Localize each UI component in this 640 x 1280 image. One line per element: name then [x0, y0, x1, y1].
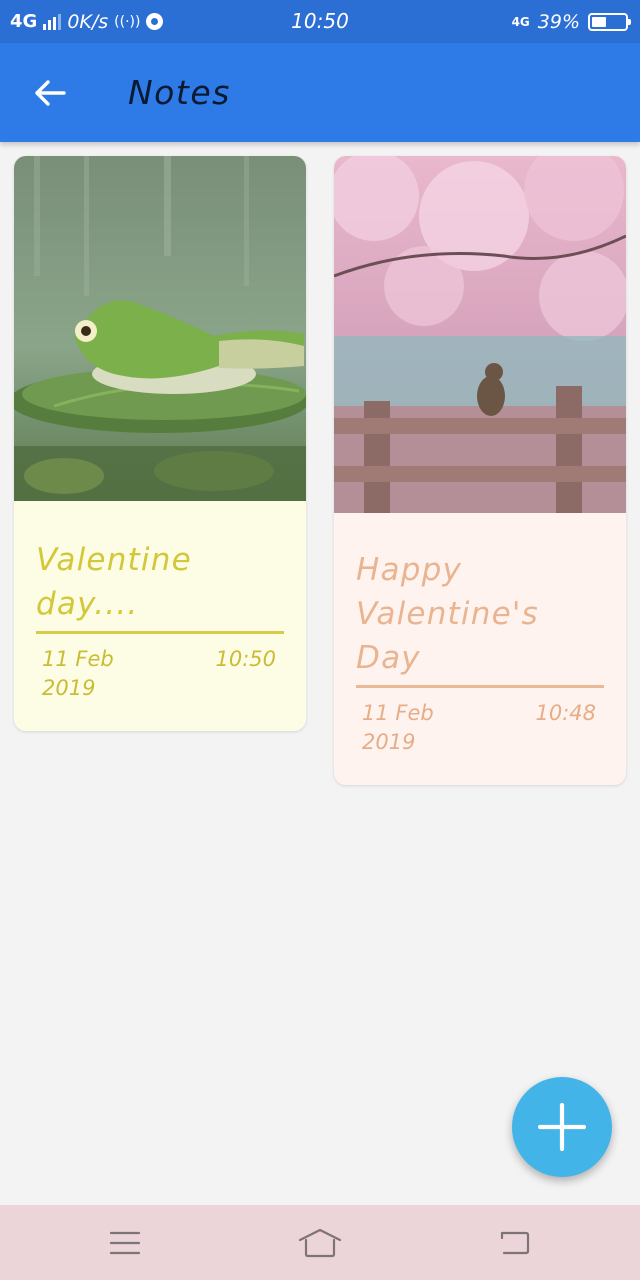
note-title: Happy Valentine's Day — [356, 552, 539, 676]
note-time: 10:48 — [535, 701, 596, 725]
back-button[interactable] — [22, 65, 78, 121]
note-card[interactable]: Happy Valentine's Day 11 Feb 2019 10:48 — [334, 156, 626, 785]
network-type-right: 4G — [511, 14, 530, 29]
app-bar: Notes — [0, 43, 640, 142]
home-icon — [298, 1228, 342, 1257]
status-bar: 4G 0K/s ((·)) 10:50 4G 39% — [0, 0, 640, 43]
note-date: 11 Feb 2019 — [42, 647, 114, 700]
page-title: Notes — [128, 73, 231, 112]
battery-percent: 39% — [537, 10, 580, 33]
note-date: 11 Feb 2019 — [362, 701, 434, 754]
status-right: 4G 39% — [511, 0, 631, 43]
menu-button[interactable] — [85, 1205, 165, 1280]
plus-icon — [538, 1103, 586, 1151]
note-title: Valentine day.... — [36, 542, 192, 622]
arrow-left-icon — [35, 80, 66, 106]
note-image-cat-fence — [334, 156, 626, 513]
note-image-frog — [14, 156, 306, 501]
menu-icon — [109, 1231, 141, 1254]
note-card[interactable]: Valentine day.... 11 Feb 2019 10:50 — [14, 156, 306, 731]
system-nav-bar — [0, 1205, 640, 1280]
battery-icon — [588, 12, 631, 31]
note-time: 10:50 — [215, 647, 276, 671]
back-nav-icon — [500, 1231, 530, 1254]
add-note-button[interactable] — [512, 1077, 612, 1177]
back-nav-button[interactable] — [475, 1205, 555, 1280]
note-divider — [36, 631, 284, 634]
home-button[interactable] — [280, 1205, 360, 1280]
note-divider — [356, 685, 604, 688]
